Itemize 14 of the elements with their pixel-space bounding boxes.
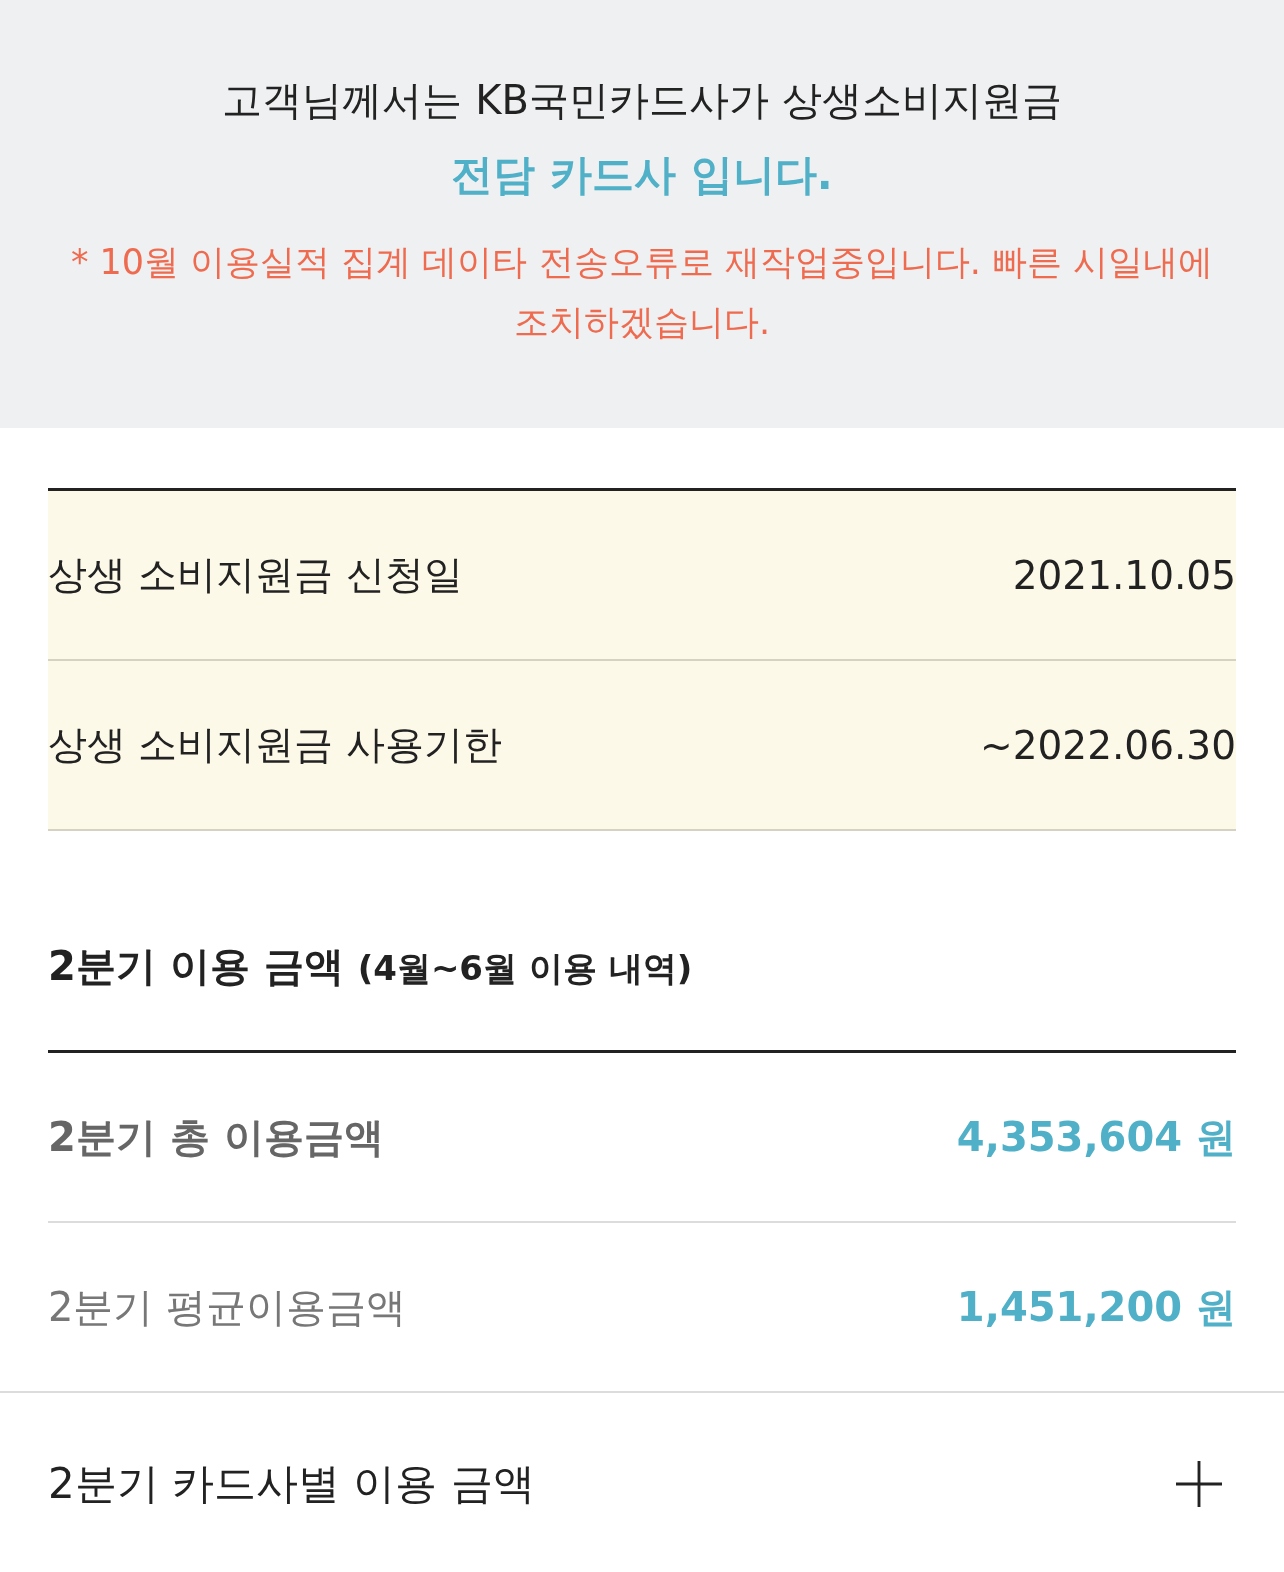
amount-value: 1,451,200 원 bbox=[956, 1282, 1236, 1332]
section-subtitle: (4월~6월 이용 내역) bbox=[357, 947, 693, 990]
section-title: 2분기 이용 금액 bbox=[48, 942, 344, 991]
notice-warning: * 10월 이용실적 집계 데이타 전송오류로 재작업중입니다. 빠른 시일내에 조치하겠습니다. bbox=[69, 241, 1215, 344]
amount-value: 4,353,604 원 bbox=[956, 1112, 1236, 1162]
period-label: 상생 소비지원금 신청일 bbox=[48, 551, 463, 599]
notice-highlight: 전담 카드사 입니다. bbox=[450, 149, 834, 201]
period-value: 2021.10.05 bbox=[1012, 552, 1236, 598]
plus-icon bbox=[1176, 1461, 1222, 1507]
amount-label: 2분기 평균이용금액 bbox=[48, 1282, 407, 1332]
notice-message: 고객님께서는 KB국민카드사가 상생소비지원금 bbox=[221, 76, 1063, 125]
period-label: 상생 소비지원금 사용기한 bbox=[48, 721, 502, 769]
period-value: ~2022.06.30 bbox=[980, 722, 1236, 768]
amount-label: 2분기 총 이용금액 bbox=[48, 1112, 384, 1162]
